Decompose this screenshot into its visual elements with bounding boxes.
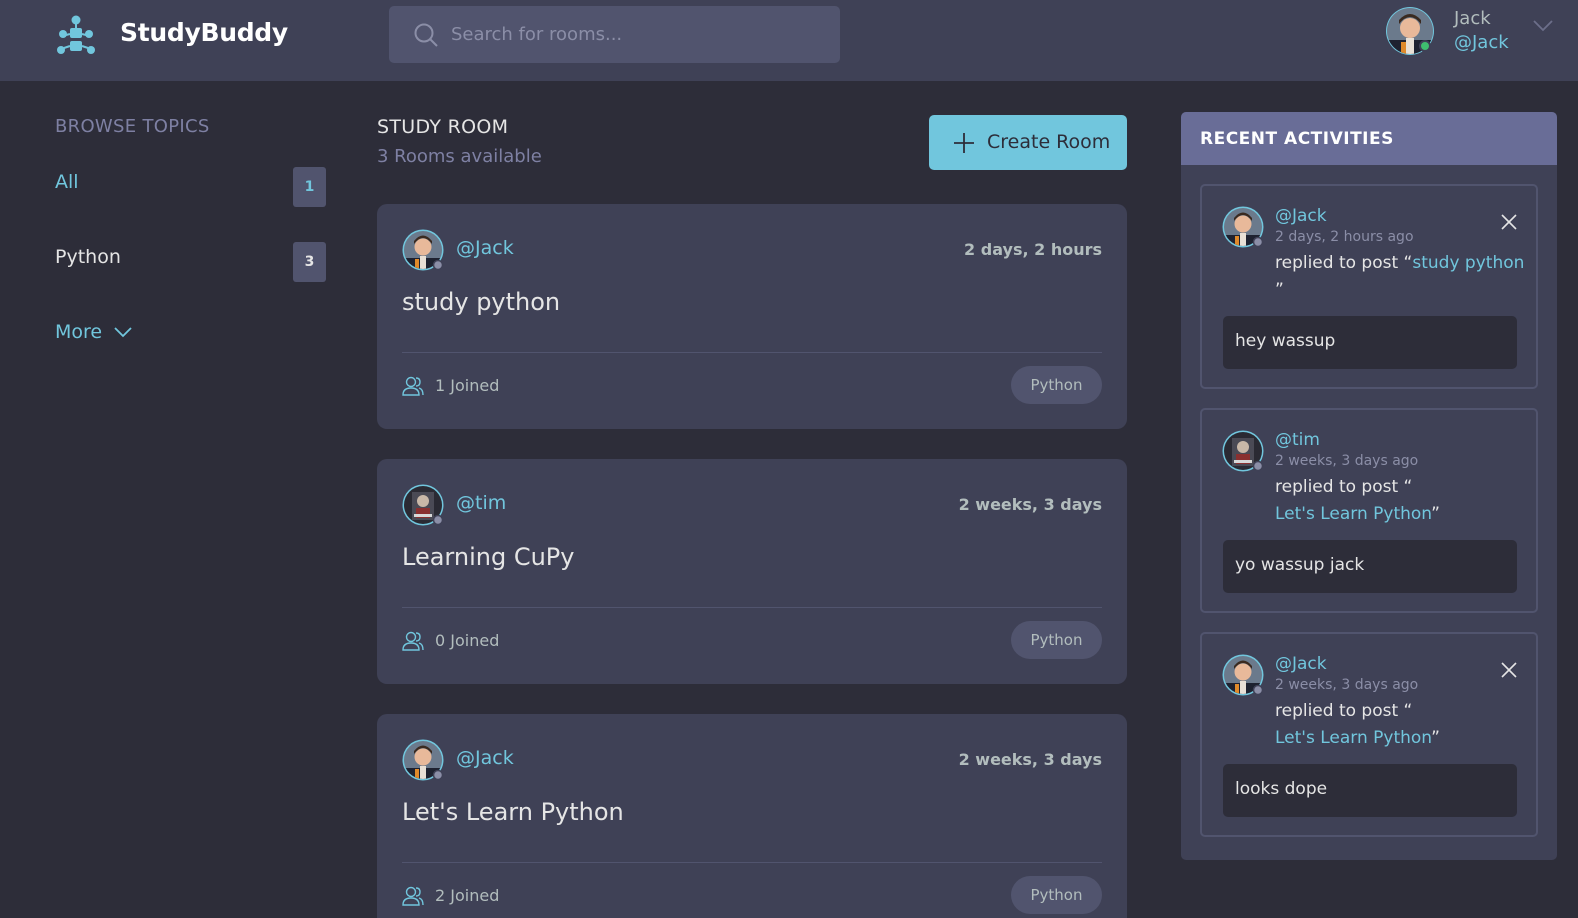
activity-user[interactable]: @Jack [1275,654,1327,674]
room-joined-count: 2 Joined [435,886,500,905]
activity-message: looks dope [1223,764,1517,817]
topic-count-badge: 1 [293,167,326,207]
activity-user[interactable]: @tim [1275,430,1320,450]
activity-action: replied to post “ [1275,477,1413,497]
room-topic-tag[interactable]: Python [1011,366,1102,404]
activity-action: replied to post “ [1275,701,1413,721]
activity-text: replied to post “study python ” [1275,250,1525,304]
recent-activities-panel: RECENT ACTIVITIES @Jack 2 days, 2 hours … [1181,112,1557,860]
chevron-down-icon[interactable] [1532,19,1554,33]
users-icon [402,631,424,651]
room-host[interactable]: @Jack [456,747,514,769]
activity-time: 2 weeks, 3 days ago [1275,453,1419,469]
user-name: Jack [1454,8,1491,29]
room-joined-count: 1 Joined [435,376,500,395]
more-topics-link[interactable]: More [55,321,132,343]
brand-name[interactable]: StudyBuddy [120,18,288,47]
room-time: 2 weeks, 3 days [958,495,1102,514]
top-header: StudyBuddy Jack @Jack [0,0,1578,81]
activities-title: RECENT ACTIVITIES [1200,129,1394,149]
room-title[interactable]: study python [402,288,560,316]
avatar[interactable] [402,229,444,271]
topic-item-all[interactable]: All 1 [55,167,326,207]
room-host[interactable]: @tim [456,492,506,514]
room-topic-tag[interactable]: Python [1011,621,1102,659]
users-icon [402,376,424,396]
search-bar[interactable] [389,6,840,63]
activity-item: @Jack 2 weeks, 3 days ago replied to pos… [1200,632,1538,837]
activity-user[interactable]: @Jack [1275,206,1327,226]
more-label: More [55,321,103,343]
room-title[interactable]: Learning CuPy [402,543,574,571]
room-card: @tim 2 weeks, 3 days Learning CuPy 0 Joi… [377,459,1127,684]
divider [402,862,1102,863]
search-input[interactable] [451,6,831,63]
avatar[interactable] [402,484,444,526]
divider [402,607,1102,608]
activity-post-link[interactable]: study python [1412,253,1524,273]
room-card: @Jack 2 weeks, 3 days Let's Learn Python… [377,714,1127,918]
activity-action-end: ” [1431,728,1440,748]
divider [402,352,1102,353]
create-room-label: Create Room [987,131,1111,153]
topic-item-python[interactable]: Python 3 [55,242,326,282]
activity-message: yo wassup jack [1223,540,1517,593]
avatar[interactable] [1222,654,1264,696]
chevron-down-icon [114,327,132,338]
room-title[interactable]: Let's Learn Python [402,798,624,826]
activities-header: RECENT ACTIVITIES [1181,112,1557,165]
page-title: STUDY ROOM [377,116,509,138]
activity-text: replied to post “ Let's Learn Python” [1275,698,1525,752]
avatar[interactable] [1385,6,1435,56]
room-time: 2 days, 2 hours [964,240,1102,259]
activity-action: replied to post “ [1275,253,1413,273]
search-icon [414,23,438,47]
room-host[interactable]: @Jack [456,237,514,259]
rooms-available: 3 Rooms available [377,146,542,167]
topic-label: Python [55,246,121,268]
user-menu[interactable]: Jack @Jack [1385,6,1570,58]
activity-item: @tim 2 weeks, 3 days ago replied to post… [1200,408,1538,613]
avatar[interactable] [1222,206,1264,248]
activity-item: @Jack 2 days, 2 hours ago replied to pos… [1200,184,1538,389]
room-topic-tag[interactable]: Python [1011,876,1102,914]
activity-action-end: ” [1275,280,1284,300]
close-icon[interactable] [1501,214,1517,230]
browse-topics-title: BROWSE TOPICS [55,116,210,137]
room-joined-count: 0 Joined [435,631,500,650]
activity-time: 2 weeks, 3 days ago [1275,677,1419,693]
plus-icon [954,133,974,153]
topic-count-badge: 3 [293,242,326,282]
room-time: 2 weeks, 3 days [958,750,1102,769]
activity-post-link[interactable]: Let's Learn Python [1275,728,1431,748]
create-room-button[interactable]: Create Room [929,115,1127,170]
close-icon[interactable] [1501,662,1517,678]
avatar[interactable] [1222,430,1264,472]
topic-label: All [55,171,79,193]
avatar[interactable] [402,739,444,781]
logo-icon[interactable] [55,14,97,56]
activity-time: 2 days, 2 hours ago [1275,229,1414,245]
users-icon [402,886,424,906]
room-card: @Jack 2 days, 2 hours study python 1 Joi… [377,204,1127,429]
activity-action-end: ” [1431,504,1440,524]
activity-message: hey wassup [1223,316,1517,369]
activity-post-link[interactable]: Let's Learn Python [1275,504,1431,524]
activity-text: replied to post “ Let's Learn Python” [1275,474,1525,528]
user-handle: @Jack [1454,32,1509,53]
